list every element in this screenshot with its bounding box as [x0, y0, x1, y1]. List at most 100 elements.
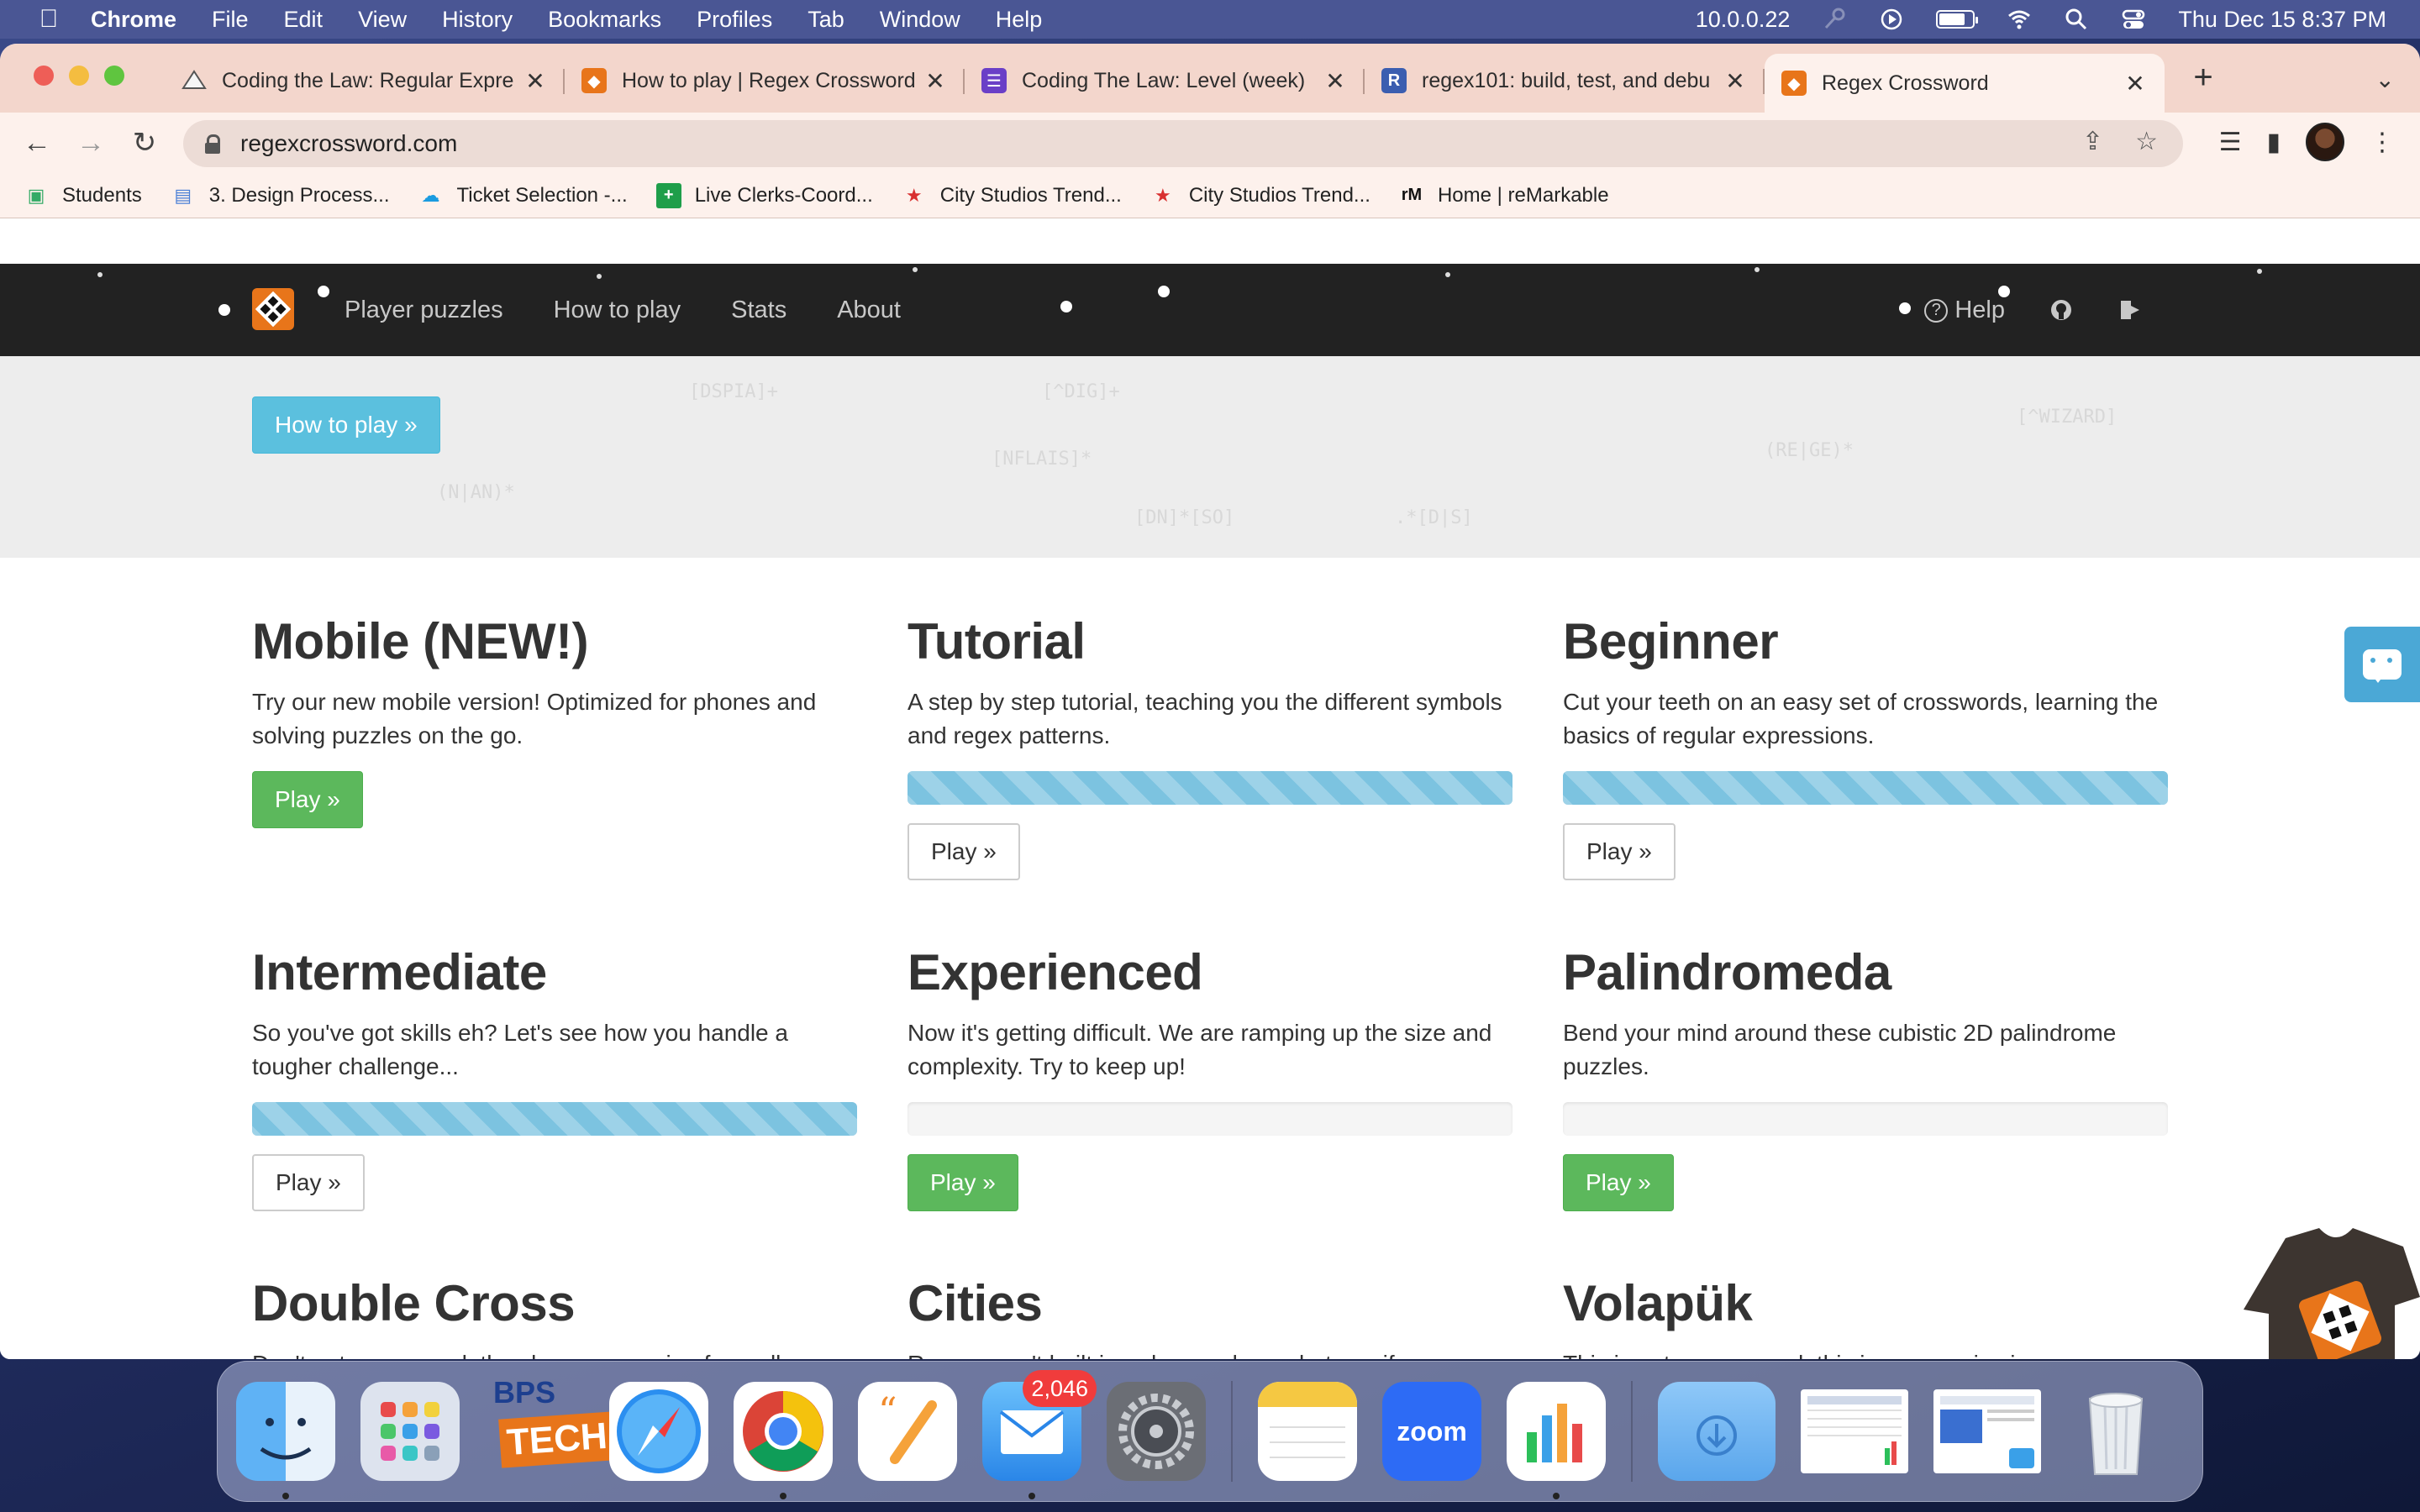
key-icon[interactable] [1822, 7, 1847, 32]
how-to-play-button[interactable]: How to play » [252, 396, 440, 454]
play-button[interactable]: Play » [1563, 1154, 1674, 1211]
play-button[interactable]: Play » [908, 823, 1020, 880]
play-button[interactable]: Play » [1563, 823, 1676, 880]
safari-icon[interactable] [609, 1382, 708, 1481]
tab-search-chevron-icon[interactable]: ⌄ [2375, 66, 2395, 93]
close-tab-icon[interactable]: ✕ [523, 67, 548, 95]
sign-out-icon[interactable] [2118, 297, 2143, 323]
menu-edit[interactable]: Edit [284, 7, 324, 33]
tab-coding-the-law-regex[interactable]: Coding the Law: Regular Expre ✕ [165, 54, 565, 108]
nav-help[interactable]: ? Help [1924, 297, 2005, 324]
screenshot-icon[interactable] [1801, 1389, 1908, 1473]
bps-tech-icon[interactable]: BPS TECH [485, 1375, 616, 1481]
chrome-menu-icon[interactable]: ⋮ [2370, 128, 2395, 157]
profile-avatar[interactable] [2306, 123, 2344, 161]
bookmark-city-studios-1[interactable]: ★ City Studios Trend... [902, 183, 1122, 208]
background-clue-text: [DN]*[SO] [1134, 507, 1235, 528]
finder-icon[interactable] [236, 1382, 335, 1499]
new-tab-plus-icon[interactable]: + [2186, 59, 2220, 97]
back-arrow-icon[interactable]: ← [18, 124, 55, 161]
launchpad-icon[interactable] [360, 1382, 460, 1481]
category-description: Don't get cross-eyed, the clues are comi… [252, 1347, 857, 1359]
bookmark-label: Live Clerks-Coord... [694, 183, 873, 207]
menu-bookmarks[interactable]: Bookmarks [548, 7, 661, 33]
play-button[interactable]: Play » [252, 1154, 365, 1211]
regex-crossword-logo-icon[interactable] [252, 288, 294, 330]
close-tab-icon[interactable]: ✕ [923, 67, 948, 95]
reload-icon[interactable]: ↻ [126, 124, 163, 161]
play-button[interactable]: Play » [908, 1154, 1018, 1211]
menu-file[interactable]: File [212, 7, 249, 33]
apple-menu-icon[interactable]:  [32, 5, 66, 34]
menu-tab[interactable]: Tab [808, 7, 844, 33]
battery-icon[interactable] [1936, 10, 1979, 29]
menu-view[interactable]: View [358, 7, 407, 33]
close-tab-icon[interactable]: ✕ [1723, 67, 1748, 95]
bookmark-design-process[interactable]: ▤ 3. Design Process... [171, 183, 390, 208]
numbers-icon[interactable] [1507, 1382, 1606, 1499]
bookmark-label: 3. Design Process... [208, 183, 390, 207]
forward-arrow-icon[interactable]: → [72, 124, 109, 161]
zoom-window-button[interactable] [104, 66, 124, 86]
github-icon[interactable] [2049, 297, 2074, 323]
screenshot-mail-icon[interactable] [1933, 1389, 2041, 1473]
chrome-icon[interactable] [734, 1382, 833, 1499]
system-preferences-icon[interactable] [1107, 1382, 1206, 1481]
bookmark-star-icon[interactable]: ☆ [2135, 127, 2158, 156]
nav-how-to-play[interactable]: How to play [554, 297, 681, 324]
snow-particle [218, 304, 230, 316]
mail-icon[interactable]: 2,046 [982, 1370, 1097, 1499]
minimize-window-button[interactable] [69, 66, 89, 86]
background-clue-text: [^DIG]+ [1042, 381, 1120, 402]
control-center-icon[interactable] [2121, 7, 2146, 32]
bps-label: BPS [493, 1375, 556, 1410]
category-description: Now it's getting difficult. We are rampi… [908, 1020, 1492, 1079]
reading-list-icon[interactable]: ☰ [2219, 128, 2242, 157]
category-title: Intermediate [252, 944, 547, 1000]
menubar-clock[interactable]: Thu Dec 15 8:37 PM [2178, 7, 2386, 33]
trash-icon[interactable] [2066, 1382, 2165, 1481]
pages-icon[interactable]: “ [858, 1382, 957, 1481]
url-text[interactable]: regexcrossword.com [240, 130, 457, 157]
nav-player-puzzles[interactable]: Player puzzles [345, 297, 503, 324]
close-window-button[interactable] [34, 66, 54, 86]
progress-fill [908, 771, 1512, 805]
zoom-icon[interactable]: zoom [1382, 1382, 1481, 1481]
downloads-icon[interactable] [1658, 1382, 1776, 1481]
lock-icon[interactable] [205, 134, 220, 154]
tab-regex-crossword-active[interactable]: ◆ Regex Crossword ✕ [1765, 54, 2165, 113]
tshirt-merch-icon[interactable] [2235, 1221, 2420, 1359]
feedback-chat-button[interactable] [2344, 627, 2420, 702]
close-tab-icon[interactable]: ✕ [1323, 67, 1348, 95]
menu-help[interactable]: Help [996, 7, 1043, 33]
category-card-tutorial: Tutorial A step by step tutorial, teachi… [908, 612, 1512, 880]
tab-how-to-play[interactable]: ◆ How to play | Regex Crossword ✕ [565, 54, 965, 108]
progress-fill [1563, 771, 2168, 805]
menu-history[interactable]: History [442, 7, 513, 33]
bookmark-remarkable[interactable]: rM Home | reMarkable [1399, 183, 1609, 208]
screen-recording-icon[interactable] [1879, 7, 1904, 32]
play-button[interactable]: Play » [252, 771, 363, 828]
nav-about[interactable]: About [837, 297, 901, 324]
bookmark-live-clerks[interactable]: + Live Clerks-Coord... [655, 182, 873, 208]
nav-stats[interactable]: Stats [731, 297, 786, 324]
bookmark-students[interactable]: ▣ Students [24, 183, 142, 208]
side-panel-icon[interactable]: ▮ [2266, 128, 2281, 157]
bookmark-city-studios-2[interactable]: ★ City Studios Trend... [1150, 183, 1370, 208]
address-bar[interactable]: regexcrossword.com ⇪ ☆ [183, 120, 2183, 167]
spotlight-search-icon[interactable] [2064, 7, 2089, 32]
category-card-mobile: Mobile (NEW!) Try our new mobile version… [252, 612, 857, 828]
menu-chrome[interactable]: Chrome [91, 7, 176, 33]
macos-dock: BPS TECH “ 2,046 zoom [217, 1361, 2203, 1502]
category-card-beginner: Beginner Cut your teeth on an easy set o… [1563, 612, 2168, 880]
tab-coding-the-law-level[interactable]: ☰ Coding The Law: Level (week) ✕ [965, 54, 1365, 108]
bookmark-ticket-selection[interactable]: ☁ Ticket Selection -... [418, 183, 628, 208]
wifi-icon[interactable] [2007, 7, 2032, 32]
doc-icon: ▤ [174, 184, 192, 206]
menu-profiles[interactable]: Profiles [697, 7, 772, 33]
close-tab-icon[interactable]: ✕ [2123, 70, 2148, 97]
menu-window[interactable]: Window [880, 7, 960, 33]
share-icon[interactable]: ⇪ [2082, 127, 2103, 156]
notes-icon[interactable] [1258, 1382, 1357, 1481]
tab-regex101[interactable]: R regex101: build, test, and debu ✕ [1365, 54, 1765, 108]
